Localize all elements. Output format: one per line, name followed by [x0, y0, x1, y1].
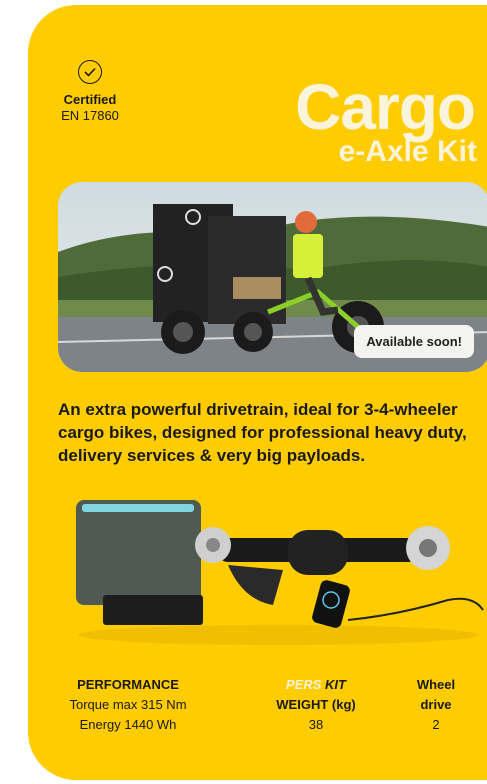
certification: Certified EN 17860	[50, 60, 130, 124]
page-title: Cargo	[295, 71, 476, 143]
spec-energy: Energy 1440 Wh	[79, 717, 177, 732]
kit-components-image	[68, 490, 487, 650]
spec-performance-heading: PERFORMANCE	[77, 677, 179, 692]
product-photo: Available soon!	[58, 182, 487, 372]
spec-weight-heading: WEIGHT (kg)	[276, 697, 356, 712]
certified-standard: EN 17860	[61, 108, 119, 123]
page-subtitle: e-Axle Kit	[338, 135, 477, 168]
spec-performance: PERFORMANCE Torque max 315 Nm Energy 144…	[68, 675, 188, 735]
availability-badge: Available soon!	[354, 325, 474, 358]
check-circle-icon	[78, 60, 102, 84]
spec-wheel-value: 2	[432, 717, 440, 732]
spec-weight-kit: KIT	[325, 677, 346, 692]
spec-torque: Torque max 315 Nm	[69, 697, 187, 712]
certified-label: Certified	[63, 92, 117, 107]
spec-weight-pers: PERS	[286, 677, 322, 692]
product-card: Certified EN 17860 Cargo e-Axle Kit Avai…	[28, 5, 487, 780]
spec-wheel-drive: Wheel drive 2	[406, 675, 466, 735]
spec-wheel-heading-1: Wheel	[416, 677, 456, 692]
spec-weight-value: 38	[308, 717, 324, 732]
spec-wheel-heading-2: drive	[420, 697, 452, 712]
spec-weight: PERS KIT WEIGHT (kg) 38	[266, 675, 366, 735]
product-description: An extra powerful drivetrain, ideal for …	[58, 400, 467, 465]
